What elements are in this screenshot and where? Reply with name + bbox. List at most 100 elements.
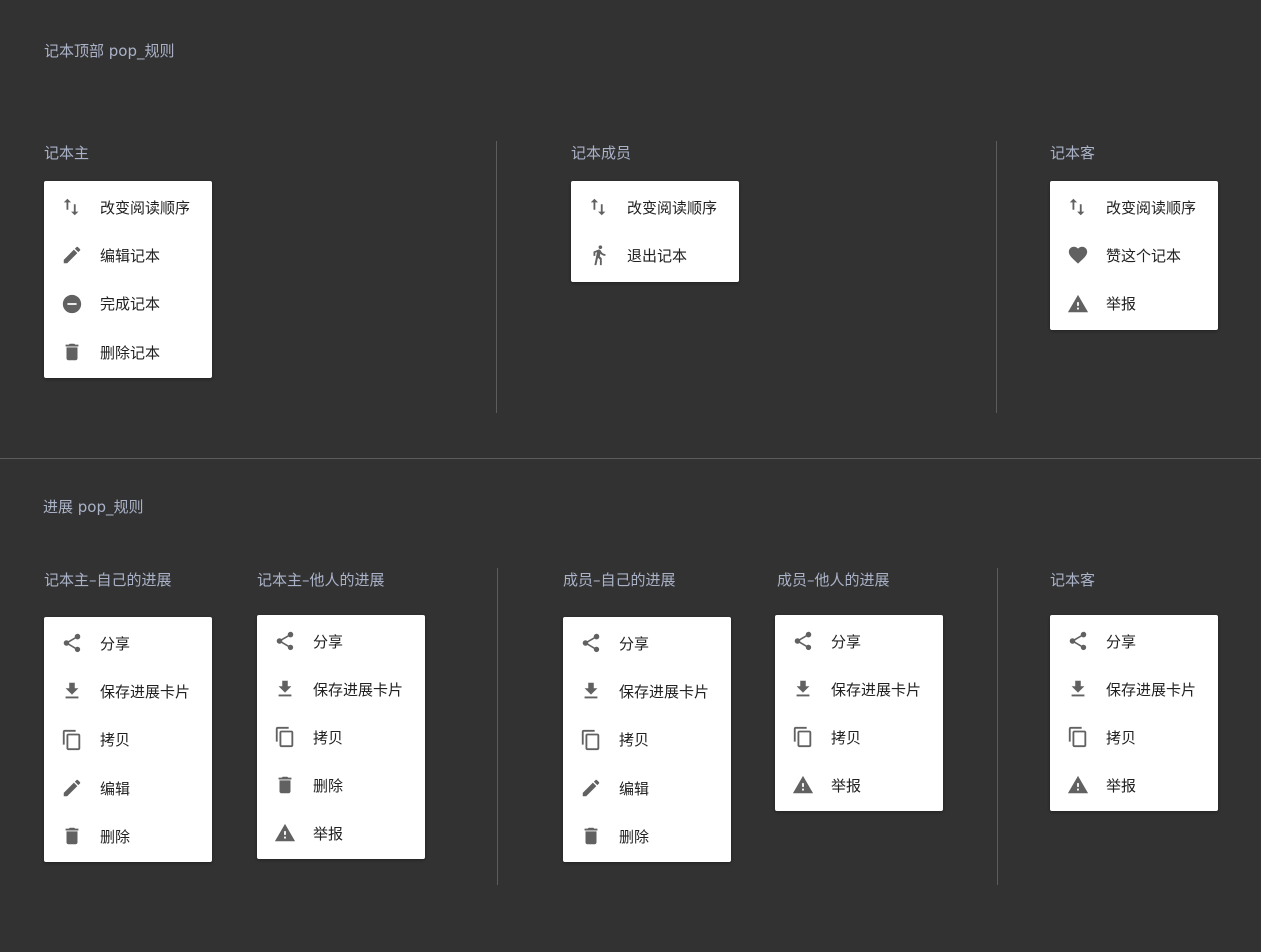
menu-item-share[interactable]: 分享	[775, 617, 943, 665]
menu-item-label: 编辑记本	[100, 246, 161, 265]
menu-item-label: 拷贝	[313, 728, 344, 747]
pencil-icon	[60, 243, 84, 267]
share-icon	[60, 631, 84, 655]
divider	[996, 141, 997, 413]
menu-item-label: 退出记本	[627, 246, 688, 265]
menu-item-change-order[interactable]: 改变阅读顺序	[44, 183, 212, 231]
section-title-progress: 进展 pop_规则	[43, 498, 144, 516]
menu-item-delete-notebook[interactable]: 删除记本	[44, 328, 212, 376]
menu-item-label: 举报	[313, 824, 344, 843]
menu-item-label: 删除	[100, 827, 131, 846]
download-icon	[791, 677, 815, 701]
popup-menu-guest-progress: 分享 保存进展卡片 拷贝 举报	[1050, 615, 1218, 811]
menu-item-share[interactable]: 分享	[1050, 617, 1218, 665]
menu-item-save-card[interactable]: 保存进展卡片	[257, 665, 425, 713]
menu-item-label: 保存进展卡片	[100, 682, 191, 701]
menu-item-edit[interactable]: 编辑	[563, 764, 731, 812]
menu-item-copy[interactable]: 拷贝	[257, 713, 425, 761]
copy-icon	[1066, 725, 1090, 749]
trash-icon	[273, 773, 297, 797]
menu-item-label: 拷贝	[619, 731, 650, 750]
warning-icon	[791, 773, 815, 797]
group-title-member: 记本成员	[571, 144, 632, 162]
menu-item-copy[interactable]: 拷贝	[44, 716, 212, 764]
menu-item-label: 保存进展卡片	[1106, 680, 1197, 699]
menu-item-label: 删除	[313, 776, 344, 795]
trash-icon	[579, 824, 603, 848]
divider	[997, 568, 998, 885]
menu-item-share[interactable]: 分享	[257, 617, 425, 665]
menu-item-share[interactable]: 分享	[563, 619, 731, 667]
trash-icon	[60, 340, 84, 364]
share-icon	[273, 629, 297, 653]
menu-item-label: 举报	[831, 776, 862, 795]
menu-item-delete[interactable]: 删除	[257, 761, 425, 809]
group-title-owner-own-progress: 记本主–自己的进展	[44, 571, 172, 589]
popup-menu-owner-others-progress: 分享 保存进展卡片 拷贝 删除 举报	[257, 615, 425, 859]
popup-menu-member-own-progress: 分享 保存进展卡片 拷贝 编辑 删除	[563, 617, 731, 863]
trash-icon	[60, 824, 84, 848]
menu-item-label: 删除	[619, 827, 650, 846]
menu-item-label: 拷贝	[1106, 728, 1137, 747]
menu-item-copy[interactable]: 拷贝	[775, 713, 943, 761]
section-title-notebook-top: 记本顶部 pop_规则	[44, 42, 175, 60]
menu-item-label: 删除记本	[100, 343, 161, 362]
menu-item-label: 分享	[100, 634, 131, 653]
download-icon	[273, 677, 297, 701]
menu-item-edit[interactable]: 编辑	[44, 764, 212, 812]
menu-item-share[interactable]: 分享	[44, 619, 212, 667]
group-title-member-own-progress: 成员–自己的进展	[563, 571, 676, 589]
menu-item-delete[interactable]: 删除	[44, 812, 212, 860]
divider	[496, 141, 497, 413]
menu-item-report[interactable]: 举报	[1050, 761, 1218, 809]
menu-item-label: 赞这个记本	[1106, 246, 1182, 265]
menu-item-label: 改变阅读顺序	[1106, 198, 1197, 217]
share-icon	[791, 629, 815, 653]
menu-item-save-card[interactable]: 保存进展卡片	[775, 665, 943, 713]
download-icon	[1066, 677, 1090, 701]
menu-item-report[interactable]: 举报	[775, 761, 943, 809]
copy-icon	[579, 728, 603, 752]
menu-item-copy[interactable]: 拷贝	[1050, 713, 1218, 761]
menu-item-edit-notebook[interactable]: 编辑记本	[44, 231, 212, 279]
menu-item-label: 分享	[831, 632, 862, 651]
menu-item-finish-notebook[interactable]: 完成记本	[44, 280, 212, 328]
menu-item-save-card[interactable]: 保存进展卡片	[1050, 665, 1218, 713]
download-icon	[579, 679, 603, 703]
group-title-owner: 记本主	[44, 144, 90, 162]
section-divider	[0, 458, 1261, 459]
popup-menu-owner: 改变阅读顺序 编辑记本 完成记本 删除记本	[44, 181, 212, 379]
menu-item-label: 分享	[313, 632, 344, 651]
group-title-owner-others-progress: 记本主–他人的进展	[257, 571, 385, 589]
menu-item-report[interactable]: 举报	[257, 809, 425, 857]
pencil-icon	[60, 776, 84, 800]
menu-item-exit-notebook[interactable]: 退出记本	[571, 231, 739, 279]
popup-menu-guest: 改变阅读顺序 赞这个记本 举报	[1050, 181, 1218, 330]
menu-item-label: 举报	[1106, 295, 1137, 314]
copy-icon	[273, 725, 297, 749]
menu-item-label: 保存进展卡片	[619, 682, 710, 701]
swap-vert-icon	[1066, 195, 1090, 219]
menu-item-label: 完成记本	[100, 295, 161, 314]
menu-item-label: 分享	[619, 634, 650, 653]
divider	[497, 568, 498, 885]
menu-item-save-card[interactable]: 保存进展卡片	[44, 667, 212, 715]
menu-item-report[interactable]: 举报	[1050, 280, 1218, 328]
menu-item-label: 拷贝	[831, 728, 862, 747]
warning-icon	[273, 821, 297, 845]
menu-item-label: 保存进展卡片	[831, 680, 922, 699]
menu-item-change-order[interactable]: 改变阅读顺序	[571, 183, 739, 231]
menu-item-save-card[interactable]: 保存进展卡片	[563, 667, 731, 715]
minus-circle-icon	[60, 292, 84, 316]
menu-item-delete[interactable]: 删除	[563, 812, 731, 860]
menu-item-like-notebook[interactable]: 赞这个记本	[1050, 231, 1218, 279]
share-icon	[1066, 629, 1090, 653]
menu-item-label: 保存进展卡片	[313, 680, 404, 699]
share-icon	[579, 631, 603, 655]
warning-icon	[1066, 773, 1090, 797]
menu-item-change-order[interactable]: 改变阅读顺序	[1050, 183, 1218, 231]
menu-item-label: 改变阅读顺序	[627, 198, 718, 217]
menu-item-label: 拷贝	[100, 731, 131, 750]
group-title-guest: 记本客	[1050, 144, 1096, 162]
menu-item-copy[interactable]: 拷贝	[563, 716, 731, 764]
